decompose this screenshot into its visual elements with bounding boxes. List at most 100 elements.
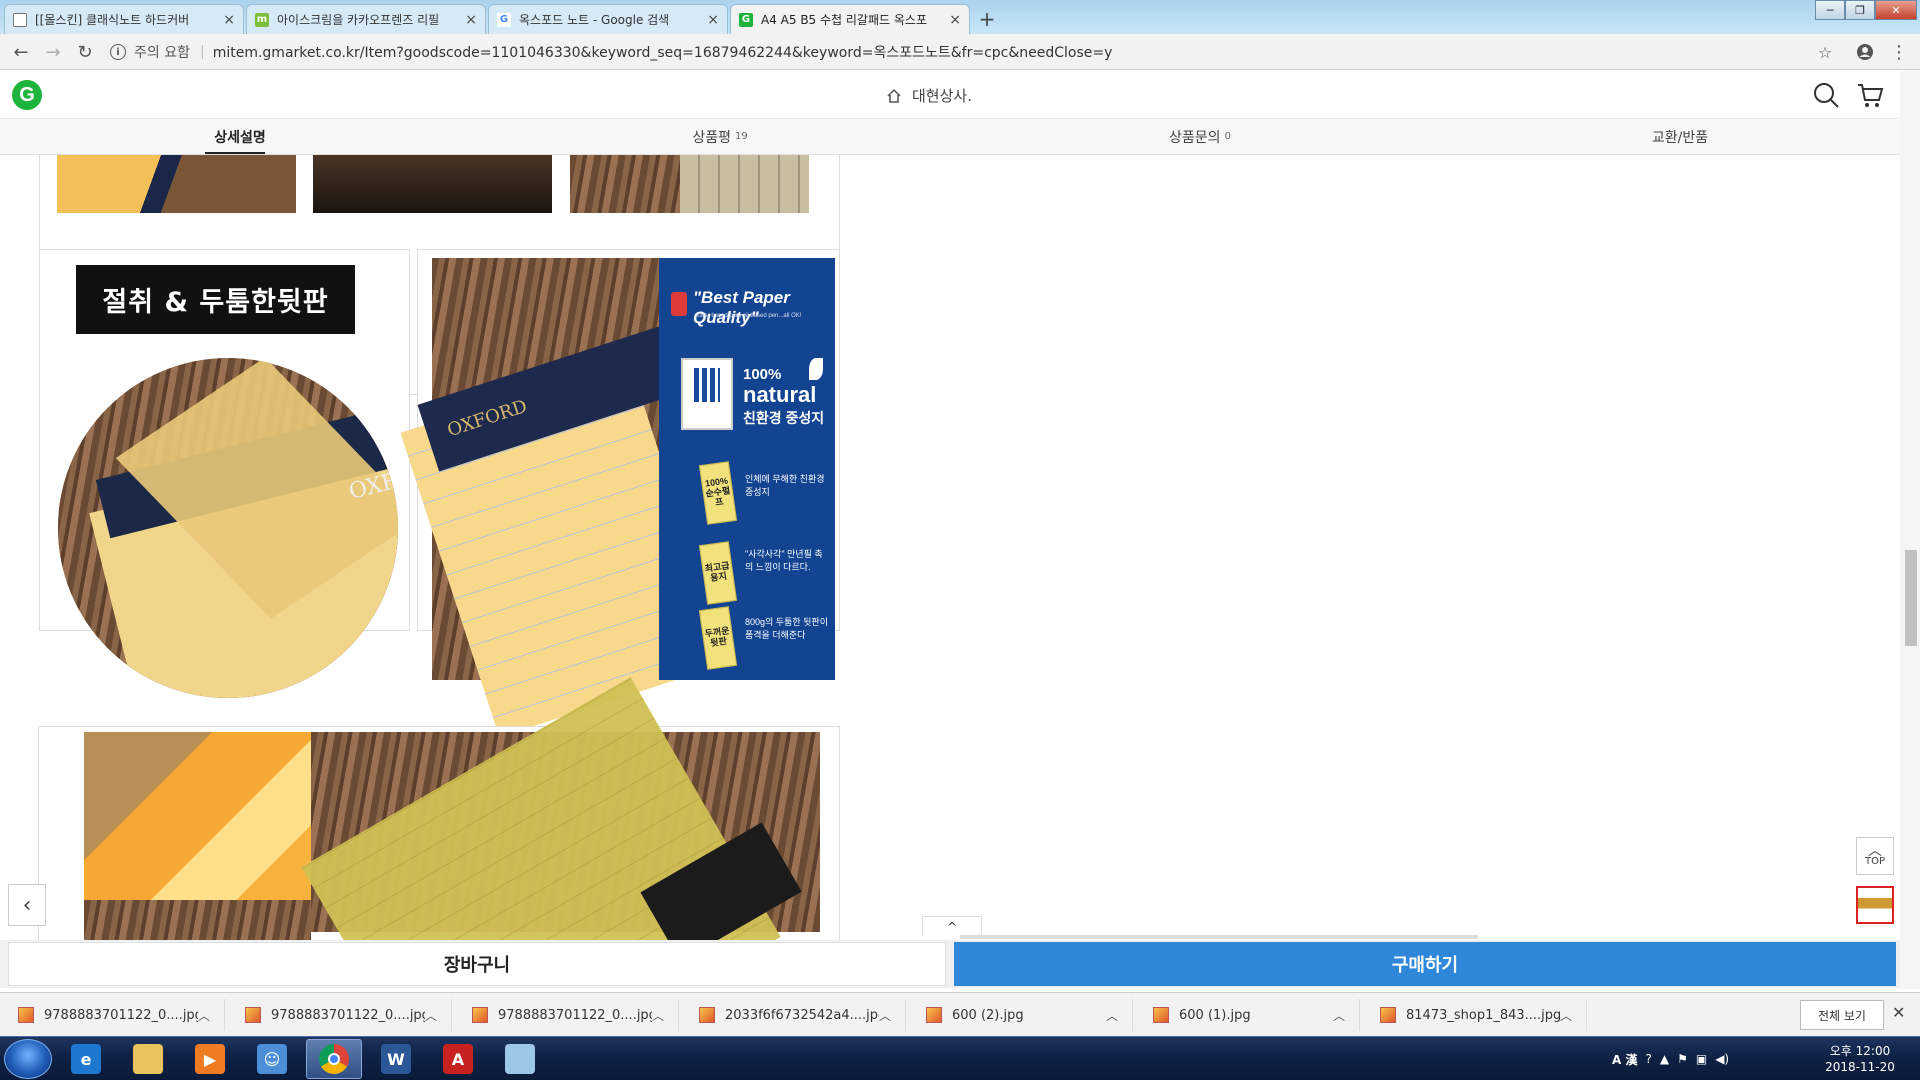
download-filename: 9788883701122_0....jpg — [44, 1007, 198, 1023]
download-item[interactable]: 9788883701122_0....jpg ︿ — [454, 999, 679, 1031]
purchase-action-bar: 장바구니 구매하기 — [0, 940, 1900, 988]
download-item[interactable]: 600 (2).jpg ︿ — [908, 999, 1133, 1031]
chevron-up-icon[interactable]: ︿ — [652, 1007, 664, 1024]
tearoff-photo: OXFORD — [58, 358, 398, 698]
download-filename: 9788883701122_0....jpg — [271, 1007, 425, 1023]
collapse-button[interactable]: ^ — [922, 916, 982, 936]
minimize-button[interactable]: ─ — [1815, 0, 1845, 20]
chevron-up-icon[interactable]: ︿ — [879, 1007, 891, 1024]
product-photo — [301, 677, 820, 941]
media-player-icon[interactable]: ▶ — [182, 1039, 238, 1079]
home-icon — [887, 88, 901, 103]
reload-icon[interactable]: ↻ — [72, 40, 98, 64]
show-hidden-icons-icon[interactable]: ▲ — [1660, 1052, 1669, 1066]
close-tab-icon[interactable]: × — [465, 12, 477, 28]
doc-icon — [13, 12, 27, 27]
search-icon[interactable] — [1812, 81, 1840, 113]
chevron-up-icon[interactable]: ︿ — [1560, 1007, 1572, 1024]
network-icon[interactable]: ▣ — [1696, 1052, 1707, 1066]
url-text[interactable]: mitem.gmarket.co.kr/Item?goodscode=11010… — [213, 42, 1113, 62]
gmarket-logo[interactable]: G — [12, 80, 42, 110]
download-item[interactable]: 2033f6f6732542a4....jpg ︿ — [681, 999, 906, 1031]
download-item[interactable]: 600 (1).jpg ︿ — [1135, 999, 1360, 1031]
maximize-button[interactable]: ❐ — [1845, 0, 1875, 20]
browser-tab-strip: [[몰스킨] 클래식노트 하드커버 × m 아이스크림을 카카오프렌즈 리필 ×… — [0, 0, 1920, 34]
cart-icon[interactable] — [1856, 81, 1884, 113]
chevron-up-icon[interactable]: ︿ — [1333, 1007, 1345, 1024]
acrobat-icon[interactable]: A — [430, 1039, 486, 1079]
close-tab-icon[interactable]: × — [949, 12, 961, 28]
security-warning[interactable]: 주의 요함 — [134, 42, 190, 62]
new-tab-button[interactable]: + — [976, 7, 998, 31]
feature-text-1: 인체에 무해한 친환경 중성지 — [745, 474, 825, 498]
image-file-icon — [1380, 1007, 1396, 1023]
scrollbar-thumb[interactable] — [1905, 550, 1917, 646]
tab-detail[interactable]: 상세설명 — [0, 119, 480, 154]
flag-icon[interactable]: ⚑ — [1677, 1052, 1688, 1066]
help-icon[interactable]: ? — [1645, 1052, 1651, 1066]
ime-indicator[interactable]: A 漢 — [1612, 1051, 1637, 1068]
start-button[interactable] — [4, 1039, 52, 1079]
buy-now-button[interactable]: 구매하기 — [954, 942, 1896, 986]
image-file-icon — [18, 1007, 34, 1023]
tab-label: 교환/반품 — [1651, 129, 1709, 146]
shop-link[interactable]: 대현상사. — [886, 85, 972, 106]
top-label: TOP — [1864, 855, 1885, 867]
feature-text-3: 800g의 두툼한 뒷판이 품격을 더해준다 — [745, 617, 828, 641]
image-file-icon — [699, 1007, 715, 1023]
close-window-button[interactable]: ✕ — [1875, 0, 1917, 20]
show-all-downloads-button[interactable]: 전체 보기 — [1800, 1000, 1884, 1030]
word-icon[interactable]: W — [368, 1039, 424, 1079]
product-detail-content: 절취 & 두툼한뒷판 OXFORD OXFORD "Best Paper Qua… — [0, 155, 1900, 941]
close-tab-icon[interactable]: × — [707, 12, 719, 28]
download-item[interactable]: 81473_shop1_843....jpg ︿ — [1362, 999, 1587, 1031]
address-bar[interactable]: i 주의 요함 | mitem.gmarket.co.kr/Item?goods… — [110, 38, 1800, 66]
browser-tab-1[interactable]: [[몰스킨] 클래식노트 하드커버 × — [4, 4, 244, 34]
tab-exchange-return[interactable]: 교환/반품 — [1440, 119, 1920, 154]
back-arrow-icon[interactable]: ← — [8, 40, 34, 64]
people-icon[interactable]: ☺ — [244, 1039, 300, 1079]
feature-note-2: 최고급 용지 — [698, 541, 738, 605]
download-shelf: 9788883701122_0....jpg ︿ 9788883701122_0.… — [0, 992, 1920, 1036]
notepad-photo: OXFORD — [400, 258, 728, 738]
browser-tab-3[interactable]: G 옥스포드 노트 - Google 검색 × — [488, 4, 728, 34]
app-icon[interactable] — [492, 1039, 548, 1079]
ie-icon[interactable]: e — [58, 1039, 114, 1079]
leaf-icon — [809, 358, 823, 380]
scroll-top-button[interactable]: ︿ TOP — [1856, 837, 1894, 875]
google-icon: G — [497, 12, 511, 27]
product-photo — [57, 155, 296, 213]
chevron-left-icon[interactable]: ‹ — [8, 884, 46, 926]
recent-item-thumbnail[interactable] — [1856, 886, 1894, 924]
add-to-cart-button[interactable]: 장바구니 — [8, 942, 946, 986]
page-scrollbar[interactable] — [1900, 71, 1920, 989]
clock[interactable]: 오후 12:00 2018-11-20 — [1810, 1043, 1910, 1075]
browser-tab-4-active[interactable]: G A4 A5 B5 수첩 리갈패드 옥스포 × — [730, 4, 970, 34]
close-tab-icon[interactable]: × — [223, 12, 235, 28]
percent-label: 100% — [743, 366, 782, 383]
chevron-up-icon[interactable]: ︿ — [1106, 1007, 1118, 1024]
tab-questions[interactable]: 상품문의 0 — [960, 119, 1440, 154]
chevron-up-icon[interactable]: ︿ — [198, 1007, 210, 1024]
tab-reviews[interactable]: 상품평 19 — [480, 119, 960, 154]
download-filename: 81473_shop1_843....jpg — [1406, 1007, 1560, 1023]
account-icon[interactable] — [1852, 40, 1878, 64]
browser-tab-2[interactable]: m 아이스크림을 카카오프렌즈 리필 × — [246, 4, 486, 34]
menu-kebab-icon[interactable]: ⋮ — [1886, 40, 1912, 64]
forward-arrow-icon[interactable]: → — [40, 40, 66, 64]
info-icon[interactable]: i — [110, 44, 126, 60]
thumbs-up-icon — [671, 292, 687, 316]
close-icon[interactable]: ✕ — [1892, 1003, 1905, 1022]
bookmark-star-icon[interactable]: ☆ — [1812, 40, 1838, 64]
chevron-up-icon[interactable]: ︿ — [425, 1007, 437, 1024]
tab-label: 상품문의 — [1169, 129, 1221, 146]
clock-time: 오후 12:00 — [1829, 1044, 1891, 1058]
feature-note-3: 두꺼운 뒷판 — [698, 606, 738, 670]
explorer-icon[interactable] — [120, 1039, 176, 1079]
product-photo — [313, 155, 552, 213]
download-item[interactable]: 9788883701122_0....jpg ︿ — [227, 999, 452, 1031]
chrome-icon[interactable] — [306, 1039, 362, 1079]
natural-label: natural — [743, 382, 817, 407]
download-item[interactable]: 9788883701122_0....jpg ︿ — [0, 999, 225, 1031]
volume-icon[interactable]: ◀) — [1715, 1052, 1729, 1066]
